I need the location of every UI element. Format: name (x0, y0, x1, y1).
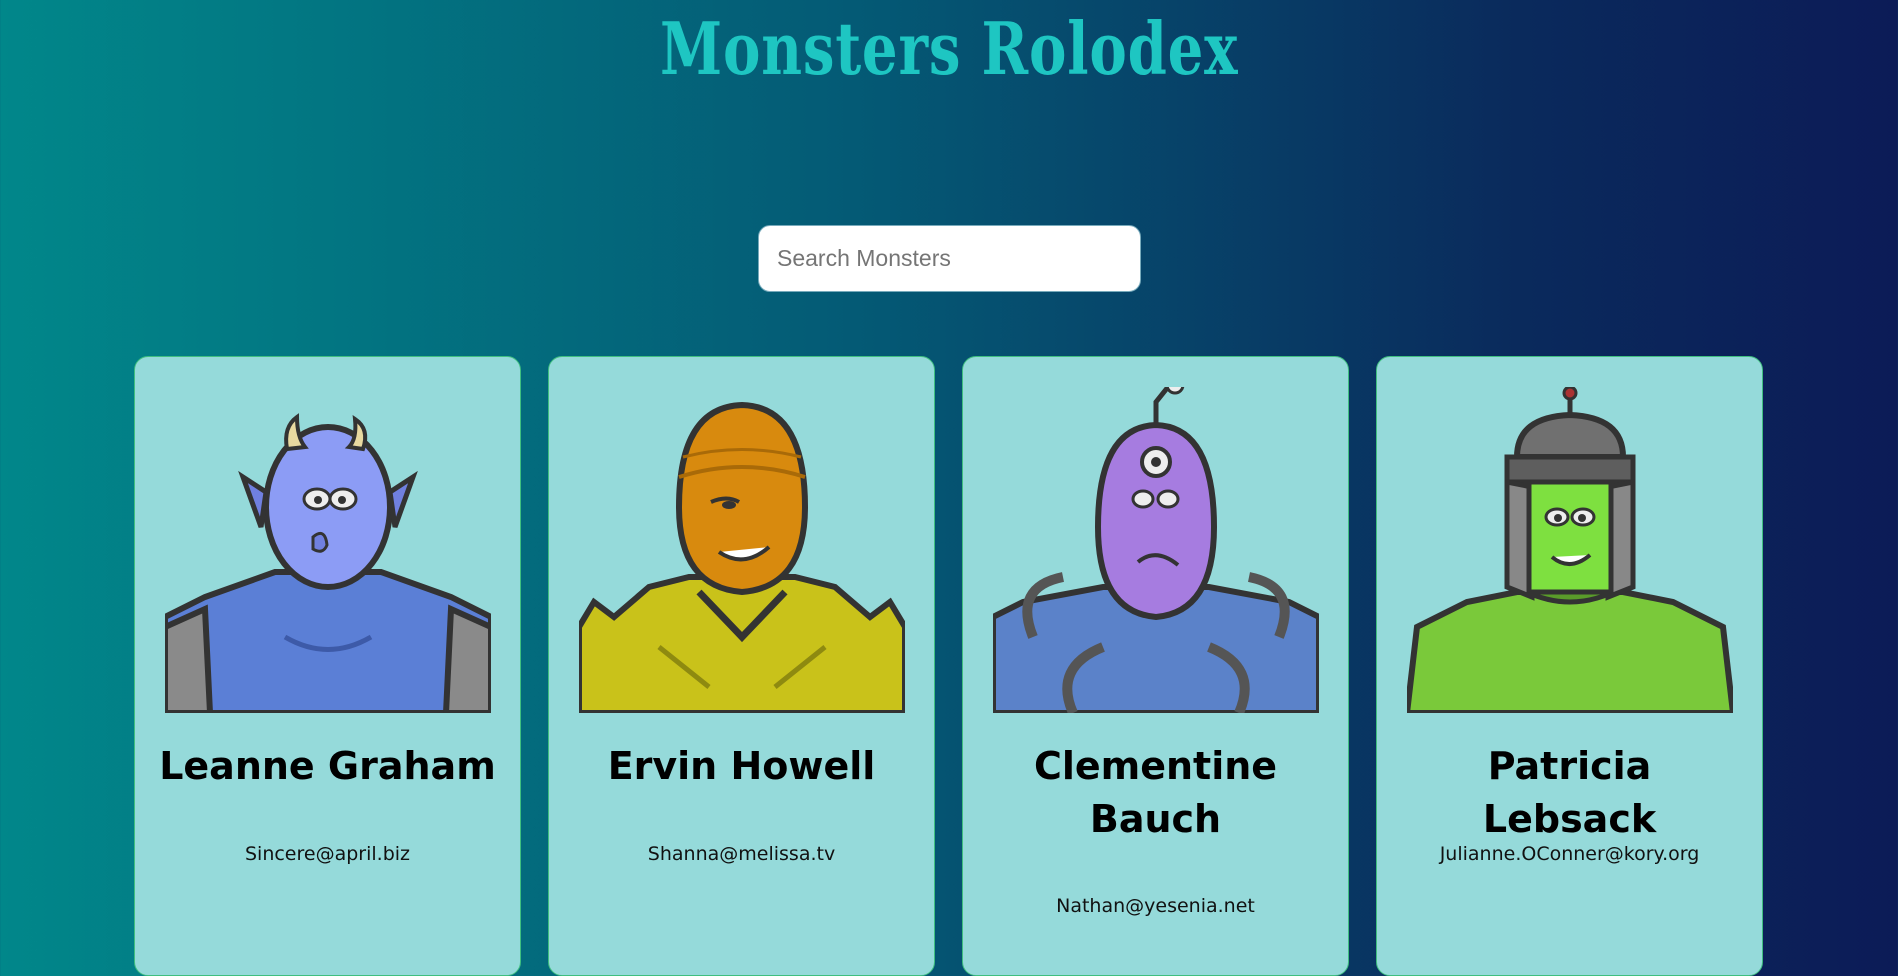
monster-email: Julianne.OConner@kory.org (1439, 843, 1700, 865)
monster-email: Nathan@yesenia.net (1056, 895, 1255, 917)
monster-card[interactable]: Patricia Lebsack Julianne.OConner@kory.o… (1376, 356, 1763, 976)
monster-card[interactable]: Leanne Graham Sincere@april.biz (134, 356, 521, 976)
card-list: Leanne Graham Sincere@april.biz Ervin Ho… (134, 356, 1766, 976)
monster-name: Leanne Graham (159, 744, 496, 788)
monster-avatar-image (993, 387, 1319, 713)
monster-email: Shanna@melissa.tv (647, 843, 836, 865)
monster-email: Sincere@april.biz (244, 843, 411, 865)
app-title: Monsters Rolodex (660, 6, 1239, 91)
monster-avatar-image (1407, 387, 1733, 713)
monster-name: Ervin Howell (607, 744, 876, 788)
monster-name: Patricia Lebsack (1482, 744, 1657, 841)
monster-name: Clementine Bauch (1033, 744, 1278, 841)
search-monsters-input[interactable] (758, 225, 1141, 292)
monster-avatar-image (165, 413, 491, 713)
monster-card[interactable]: Clementine Bauch Nathan@yesenia.net (962, 356, 1349, 976)
monster-avatar-image (579, 401, 905, 713)
monster-card[interactable]: Ervin Howell Shanna@melissa.tv (548, 356, 935, 976)
